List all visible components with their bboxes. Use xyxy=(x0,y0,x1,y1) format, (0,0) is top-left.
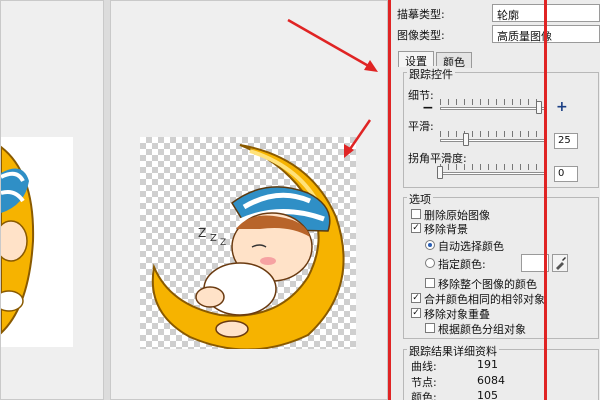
original-image-partial xyxy=(1,145,35,335)
remove-overlap-checkbox[interactable]: ✓ xyxy=(411,308,421,318)
nodes-value: 6084 xyxy=(477,374,505,387)
delete-original-checkbox[interactable] xyxy=(411,209,421,219)
smoothing-slider-thumb[interactable] xyxy=(463,133,469,146)
colors-value: 105 xyxy=(477,389,498,400)
trace-details-title: 跟踪结果详细资料 xyxy=(407,343,499,359)
remove-background-label: 移除背景 xyxy=(424,223,468,236)
options-title: 选项 xyxy=(407,191,433,207)
annotation-red-line-left xyxy=(388,0,391,400)
corner-slider-ticks xyxy=(440,164,546,170)
nodes-label: 节点: xyxy=(411,376,437,389)
svg-text:Z: Z xyxy=(210,233,217,244)
merge-adjacent-checkbox[interactable]: ✓ xyxy=(411,293,421,303)
smoothing-value-input[interactable]: 25 xyxy=(554,133,578,149)
svg-text:Z: Z xyxy=(220,238,226,248)
specify-color-label: 指定颜色: xyxy=(438,258,486,271)
smoothing-label: 平滑: xyxy=(408,120,434,133)
tracing-type-label: 描摹类型: xyxy=(397,8,445,21)
traced-baby-moon-image: Z Z Z xyxy=(151,144,345,349)
annotation-red-line-right xyxy=(544,0,547,400)
minus-icon[interactable]: − xyxy=(422,100,434,116)
original-preview-pane xyxy=(0,0,104,400)
detail-slider-track[interactable] xyxy=(440,107,546,110)
remove-background-checkbox[interactable]: ✓ xyxy=(411,223,421,233)
tab-settings[interactable]: 设置 xyxy=(398,51,434,68)
corner-value-input[interactable]: 0 xyxy=(554,166,578,182)
remove-whole-color-checkbox[interactable] xyxy=(425,278,435,288)
merge-adjacent-label: 合并颜色相同的相邻对象 xyxy=(424,293,545,306)
corner-slider-track[interactable] xyxy=(440,172,546,175)
group-by-color-label: 根据颜色分组对象 xyxy=(438,323,526,336)
remove-whole-color-label: 移除整个图像的颜色 xyxy=(438,278,537,291)
group-by-color-checkbox[interactable] xyxy=(425,323,435,333)
detail-slider-thumb[interactable] xyxy=(536,101,542,114)
eyedropper-icon xyxy=(556,257,566,270)
remove-overlap-label: 移除对象重叠 xyxy=(424,308,490,321)
curves-value: 191 xyxy=(477,358,498,371)
detail-slider-ticks xyxy=(440,99,546,105)
eyedropper-button[interactable] xyxy=(552,254,568,272)
colors-label: 颜色: xyxy=(411,391,437,400)
image-type-label: 图像类型: xyxy=(397,29,445,42)
corner-slider-thumb[interactable] xyxy=(437,166,443,179)
svg-text:Z: Z xyxy=(198,226,206,240)
auto-color-radio[interactable] xyxy=(425,240,435,250)
specify-color-radio[interactable] xyxy=(425,258,435,268)
tracing-controls-title: 跟踪控件 xyxy=(407,66,455,82)
plus-icon[interactable]: + xyxy=(556,99,568,115)
smoothing-slider-track[interactable] xyxy=(440,139,546,142)
curves-label: 曲线: xyxy=(411,360,437,373)
smoothing-slider-ticks xyxy=(440,131,546,137)
auto-color-label: 自动选择颜色 xyxy=(438,240,504,253)
